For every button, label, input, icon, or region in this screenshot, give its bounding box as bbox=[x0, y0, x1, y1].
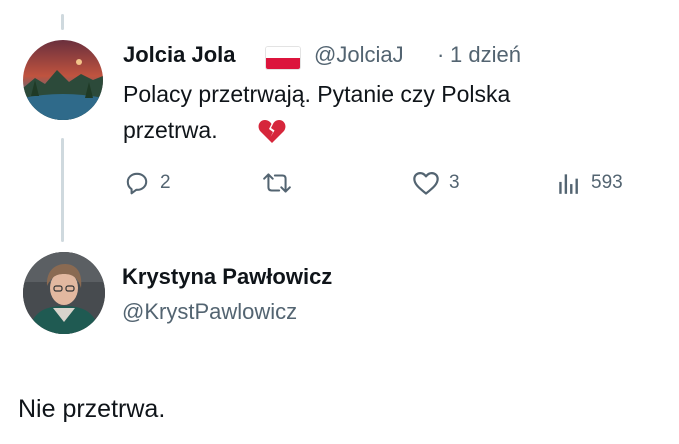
reply-handle[interactable]: @JolciaJ bbox=[314, 42, 404, 68]
poland-flag-icon bbox=[266, 47, 300, 69]
retweet-icon bbox=[263, 173, 291, 193]
like-action[interactable]: 3 bbox=[412, 170, 460, 196]
avatar-portrait-image bbox=[23, 252, 105, 334]
avatar-krystyna[interactable] bbox=[23, 252, 105, 334]
avatar-landscape-image bbox=[23, 40, 103, 120]
main-tweet-text: Nie przetrwa. bbox=[18, 395, 166, 423]
reply-icon bbox=[126, 172, 148, 195]
thread-line-middle bbox=[61, 138, 64, 242]
reply-count: 2 bbox=[160, 172, 171, 193]
views-action[interactable]: 593 bbox=[556, 170, 623, 196]
thread-line-top bbox=[61, 14, 64, 30]
retweet-action[interactable] bbox=[262, 170, 292, 196]
reply-timestamp[interactable]: 1 dzień bbox=[450, 42, 521, 68]
like-count: 3 bbox=[449, 172, 460, 193]
main-display-name[interactable]: Krystyna Pawłowicz bbox=[122, 264, 332, 290]
reply-text-line2: przetrwa. bbox=[123, 117, 218, 143]
reply-text-line1: Polacy przetrwają. Pytanie czy Polska bbox=[123, 81, 511, 107]
reply-display-name[interactable]: Jolcia Jola bbox=[123, 42, 236, 68]
avatar-jolcia[interactable] bbox=[23, 40, 103, 120]
reply-separator: · bbox=[437, 42, 445, 67]
like-heart-icon bbox=[413, 171, 439, 195]
broken-heart-icon bbox=[258, 118, 286, 149]
views-bar-chart-icon bbox=[559, 174, 578, 194]
reply-action[interactable]: 2 bbox=[124, 170, 171, 196]
main-handle[interactable]: @KrystPawlowicz bbox=[122, 299, 297, 325]
views-count: 593 bbox=[591, 172, 623, 193]
